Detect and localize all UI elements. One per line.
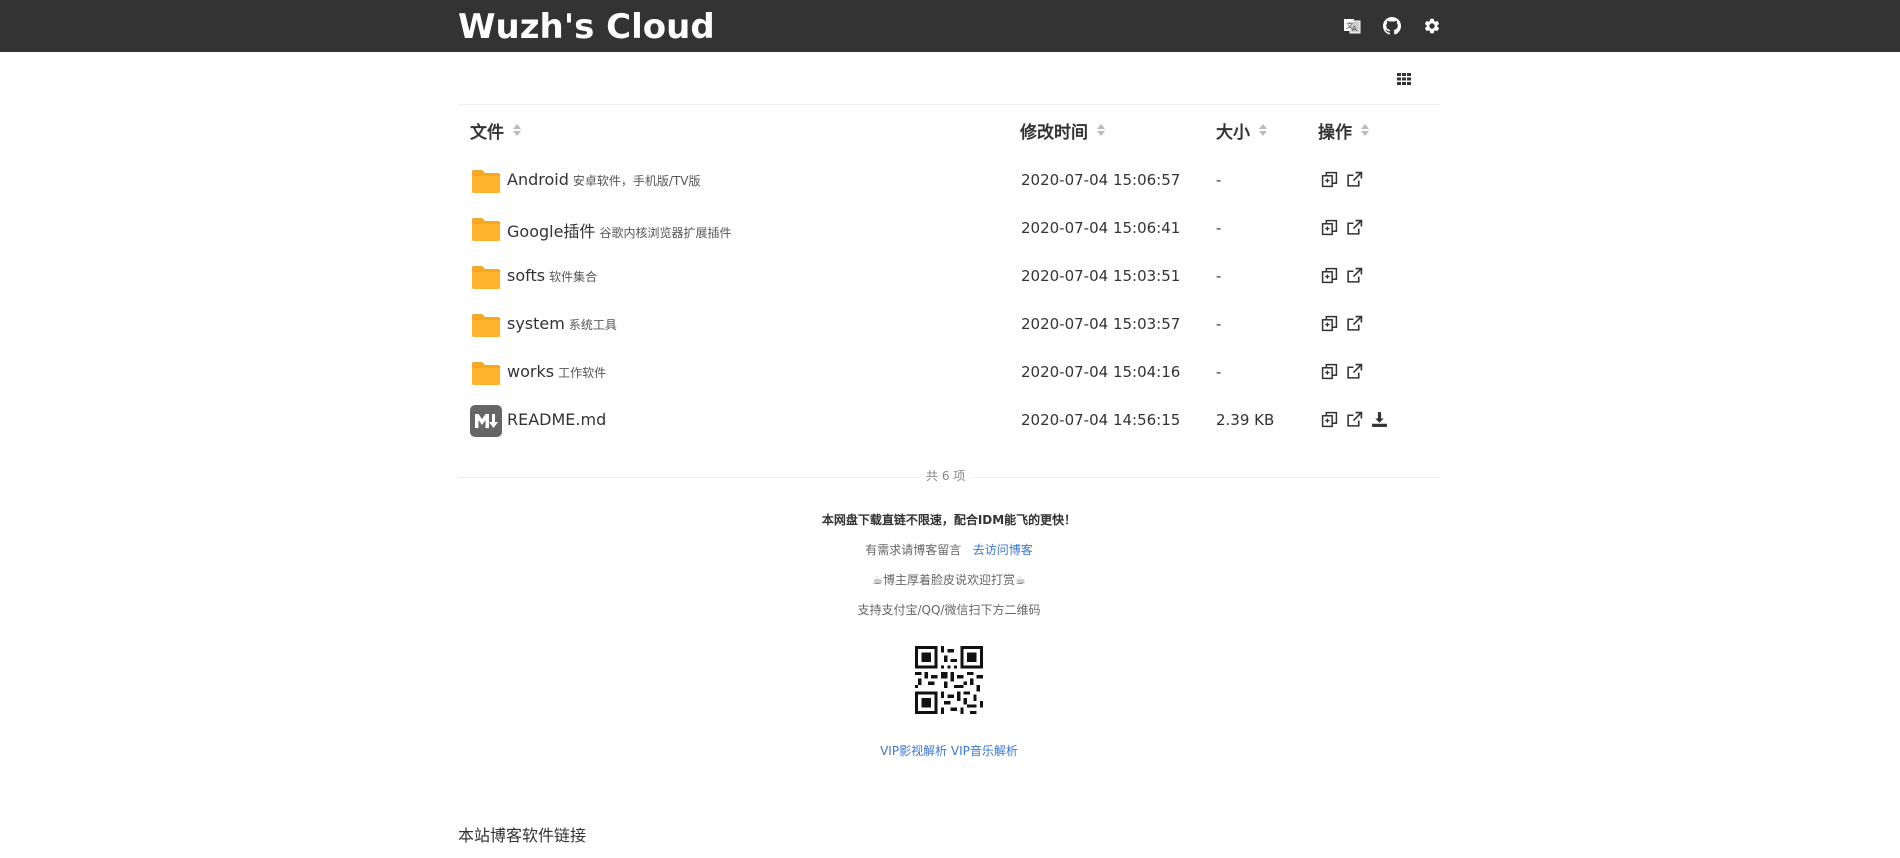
file-description: 系统工具 <box>568 318 617 332</box>
copy-link-icon[interactable] <box>1321 315 1338 332</box>
copy-link-icon[interactable] <box>1321 171 1338 188</box>
svg-text:A: A <box>1352 25 1357 33</box>
file-name-link[interactable]: README.md <box>507 410 610 429</box>
download-icon[interactable] <box>1371 411 1388 428</box>
markdown-file-icon <box>470 405 502 437</box>
file-description: 安卓软件，手机版/TV版 <box>572 174 701 188</box>
column-header-label: 大小 <box>1216 122 1250 143</box>
file-name: system <box>507 314 565 333</box>
item-count: 共 6 项 <box>920 467 972 484</box>
blog-software-links-title: 本站博客软件链接 <box>458 826 587 845</box>
copy-link-icon[interactable] <box>1321 411 1338 428</box>
file-size: - <box>1216 315 1222 333</box>
vip-links: VIP影视解析 VIP音乐解析 <box>458 742 1440 759</box>
file-name: softs <box>507 266 546 285</box>
file-actions <box>1321 363 1363 380</box>
settings-gear-icon[interactable] <box>1420 14 1444 38</box>
file-name: README.md <box>507 410 607 429</box>
column-header-actions[interactable]: 操作 <box>1318 117 1370 143</box>
file-name-link[interactable]: system 系统工具 <box>507 314 617 333</box>
file-row[interactable]: softs 软件集合 2020-07-04 15:03:51 - <box>458 253 1440 301</box>
payment-notice: 支持支付宝/QQ/微信扫下方二维码 <box>857 603 1041 617</box>
file-size: - <box>1216 171 1222 189</box>
file-modified-time: 2020-07-04 15:06:41 <box>1021 219 1181 237</box>
column-header-label: 操作 <box>1318 122 1352 143</box>
file-modified-time: 2020-07-04 14:56:15 <box>1021 411 1181 429</box>
file-modified-time: 2020-07-04 15:04:16 <box>1021 363 1181 381</box>
file-modified-time: 2020-07-04 15:06:57 <box>1021 171 1181 189</box>
file-actions <box>1321 315 1363 332</box>
sort-icon <box>1259 124 1267 136</box>
copy-link-icon[interactable] <box>1321 363 1338 380</box>
open-external-icon[interactable] <box>1346 363 1363 380</box>
file-row[interactable]: Android 安卓软件，手机版/TV版 2020-07-04 15:06:57 - <box>458 157 1440 205</box>
sort-icon <box>513 124 521 136</box>
qr-code-image <box>915 646 983 714</box>
open-external-icon[interactable] <box>1346 315 1363 332</box>
open-external-icon[interactable] <box>1346 171 1363 188</box>
github-icon[interactable] <box>1380 14 1404 38</box>
file-actions <box>1321 411 1388 428</box>
open-external-icon[interactable] <box>1346 267 1363 284</box>
donate-notice: ☕博主厚着脸皮说欢迎打赏☕ <box>872 573 1026 587</box>
sort-icon <box>1361 124 1369 136</box>
column-header-size[interactable]: 大小 <box>1216 117 1268 143</box>
sort-icon <box>1097 124 1105 136</box>
column-header-file[interactable]: 文件 <box>470 117 522 143</box>
file-row[interactable]: works 工作软件 2020-07-04 15:04:16 - <box>458 349 1440 397</box>
folder-icon <box>470 261 502 293</box>
speed-notice: 本网盘下载直链不限速，配合IDM能飞的更快！ <box>821 513 1077 527</box>
file-actions <box>1321 219 1363 236</box>
copy-link-icon[interactable] <box>1321 267 1338 284</box>
copy-link-icon[interactable] <box>1321 219 1338 236</box>
file-name-link[interactable]: Google插件 谷歌内核浏览器扩展插件 <box>507 218 731 242</box>
column-header-modified[interactable]: 修改时间 <box>1020 117 1106 143</box>
folder-icon <box>470 309 502 341</box>
grid-view-icon[interactable] <box>1396 71 1418 93</box>
file-modified-time: 2020-07-04 15:03:57 <box>1021 315 1181 333</box>
file-size: - <box>1216 219 1222 237</box>
divider <box>458 104 1440 105</box>
folder-icon <box>470 213 502 245</box>
top-icons: 文A <box>1340 14 1444 38</box>
translate-icon[interactable]: 文A <box>1340 14 1364 38</box>
folder-icon <box>470 165 502 197</box>
file-size: - <box>1216 363 1222 381</box>
column-header-label: 修改时间 <box>1020 122 1088 143</box>
file-actions <box>1321 267 1363 284</box>
open-external-icon[interactable] <box>1346 411 1363 428</box>
file-name-link[interactable]: Android 安卓软件，手机版/TV版 <box>507 170 700 189</box>
site-title[interactable]: Wuzh's Cloud <box>458 7 715 47</box>
file-row[interactable]: Google插件 谷歌内核浏览器扩展插件 2020-07-04 15:06:41 - <box>458 205 1440 253</box>
file-name: Android <box>507 170 569 189</box>
file-size: - <box>1216 267 1222 285</box>
top-navbar: Wuzh's Cloud 文A <box>0 0 1900 52</box>
file-name-link[interactable]: softs 软件集合 <box>507 266 597 285</box>
vip-video-link[interactable]: VIP影视解析 <box>880 744 947 758</box>
file-row[interactable]: README.md 2020-07-04 14:56:15 2.39 KB <box>458 397 1440 445</box>
file-size: 2.39 KB <box>1216 411 1275 429</box>
open-external-icon[interactable] <box>1346 219 1363 236</box>
file-description: 谷歌内核浏览器扩展插件 <box>599 226 732 240</box>
file-row[interactable]: system 系统工具 2020-07-04 15:03:57 - <box>458 301 1440 349</box>
blog-notice-text: 有需求请博客留言 <box>865 543 962 557</box>
file-modified-time: 2020-07-04 15:03:51 <box>1021 267 1181 285</box>
visit-blog-link[interactable]: 去访问博客 <box>973 543 1033 557</box>
folder-icon <box>470 357 502 389</box>
file-description: 工作软件 <box>558 366 607 380</box>
vip-music-link[interactable]: VIP音乐解析 <box>951 744 1018 758</box>
file-description: 软件集合 <box>549 270 598 284</box>
file-actions <box>1321 171 1363 188</box>
file-name: Google插件 <box>507 222 596 241</box>
column-header-label: 文件 <box>470 122 504 143</box>
file-name-link[interactable]: works 工作软件 <box>507 362 606 381</box>
file-name: works <box>507 362 555 381</box>
blog-notice: 有需求请博客留言 去访问博客 <box>458 541 1440 558</box>
